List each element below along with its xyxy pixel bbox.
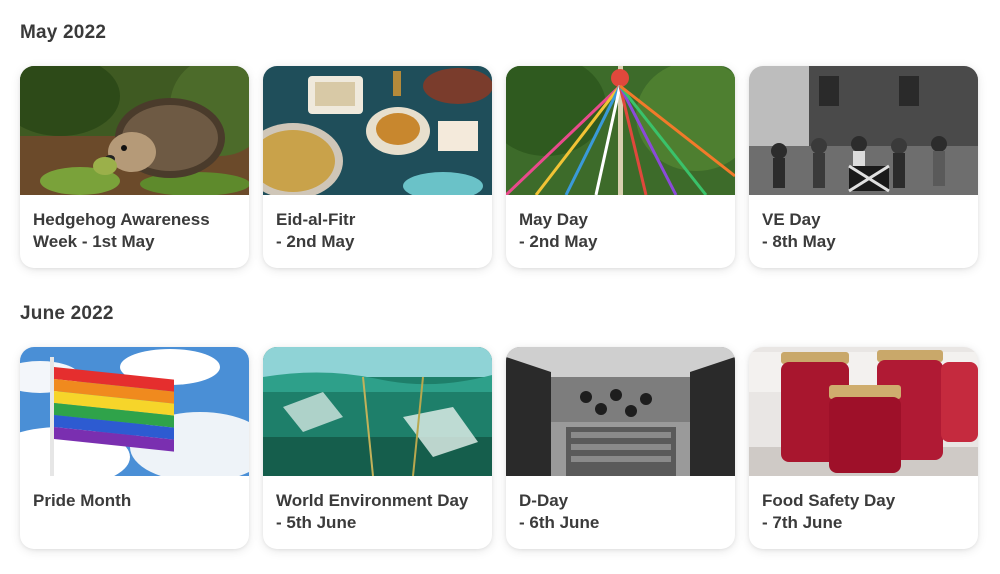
section-heading-june: June 2022 — [20, 303, 114, 324]
event-card-eid-al-fitr[interactable]: Eid-al-Fitr - 2nd May — [263, 66, 492, 268]
event-card-title-line: D-Day — [519, 491, 569, 510]
june-events-row: Pride Month World Environment Day - 5th … — [20, 347, 978, 549]
event-card-title-line: Food Safety Day — [762, 491, 896, 510]
event-card-title: World Environment Day - 5th June — [263, 476, 492, 534]
event-card-pride-month[interactable]: Pride Month — [20, 347, 249, 549]
event-card-hedgehog-awareness[interactable]: Hedgehog Awareness Week - 1st May — [20, 66, 249, 268]
event-card-title: Eid-al-Fitr - 2nd May — [263, 195, 492, 253]
jam-jars-image — [749, 347, 978, 476]
event-card-title-line: VE Day — [762, 210, 821, 229]
event-card-date-line: - 2nd May — [519, 232, 598, 251]
ocean-plastic-image — [263, 347, 492, 476]
hedgehog-image — [20, 66, 249, 195]
event-card-title-line: Hedgehog Awareness — [33, 210, 210, 229]
event-card-title-line: World Environment Day — [276, 491, 469, 510]
section-heading-may: May 2022 — [20, 22, 107, 43]
event-card-title-line: May Day — [519, 210, 588, 229]
maypole-image — [506, 66, 735, 195]
event-card-world-environment-day[interactable]: World Environment Day - 5th June — [263, 347, 492, 549]
event-card-title: Pride Month — [20, 476, 249, 512]
event-card-title: VE Day - 8th May — [749, 195, 978, 253]
event-card-title: May Day - 2nd May — [506, 195, 735, 253]
event-card-date-line: - 5th June — [276, 513, 357, 532]
event-card-may-day[interactable]: May Day - 2nd May — [506, 66, 735, 268]
event-card-title: Food Safety Day - 7th June — [749, 476, 978, 534]
event-card-title-line: Pride Month — [33, 491, 132, 510]
landing-craft-image — [506, 347, 735, 476]
event-card-date-line: - 7th June — [762, 513, 843, 532]
event-card-title-line: Eid-al-Fitr — [276, 210, 356, 229]
event-card-date-line: - 6th June — [519, 513, 600, 532]
event-card-date-line: - 2nd May — [276, 232, 355, 251]
event-card-title: D-Day - 6th June — [506, 476, 735, 534]
eid-sweets-image — [263, 66, 492, 195]
event-card-ve-day[interactable]: VE Day - 8th May — [749, 66, 978, 268]
event-card-d-day[interactable]: D-Day - 6th June — [506, 347, 735, 549]
may-events-row: Hedgehog Awareness Week - 1st May Eid-al… — [20, 66, 978, 268]
event-card-date-line: - 8th May — [762, 232, 836, 251]
event-card-food-safety-day[interactable]: Food Safety Day - 7th June — [749, 347, 978, 549]
event-card-date-line: Week - 1st May — [33, 232, 155, 251]
ve-day-street-party-image — [749, 66, 978, 195]
event-card-title: Hedgehog Awareness Week - 1st May — [20, 195, 249, 253]
rainbow-flag-image — [20, 347, 249, 476]
